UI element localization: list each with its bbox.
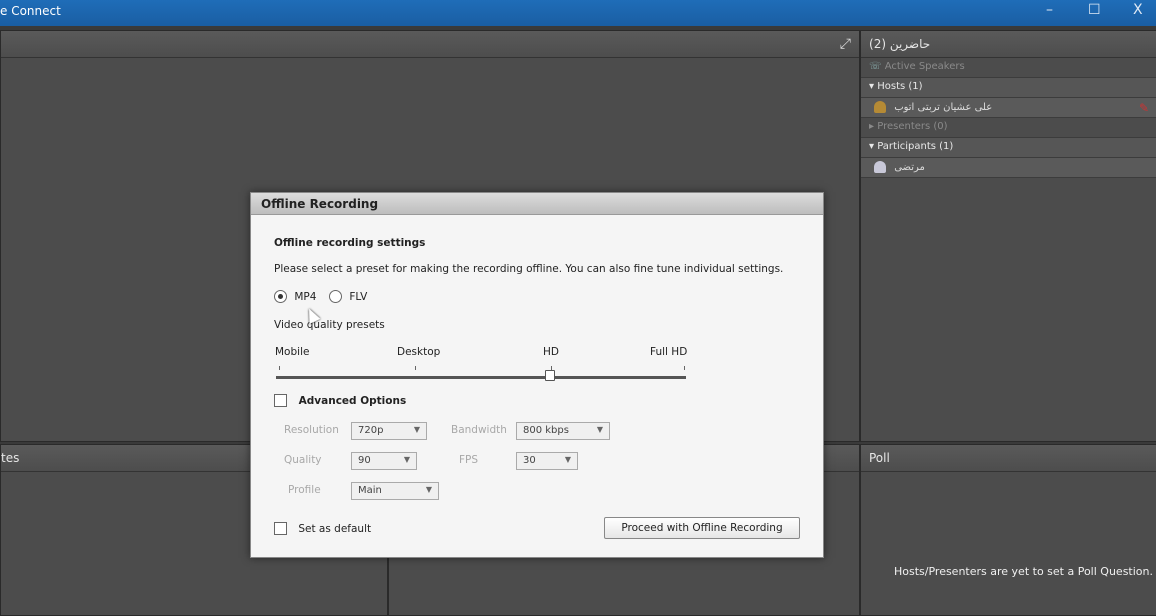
quality-presets-label: Video quality presets [274, 319, 385, 331]
proceed-offline-recording-button[interactable]: Proceed with Offline Recording [604, 517, 800, 539]
flv-label: FLV [349, 290, 368, 303]
format-mp4-option[interactable]: MP4 [274, 290, 316, 303]
chevron-down-icon: ▾ [869, 141, 875, 152]
quality-label: Quality [284, 454, 322, 466]
window-title: e Connect [0, 4, 61, 18]
active-speakers-row[interactable]: ☏ Active Speakers [861, 58, 1156, 78]
participant-name: مرتضی [894, 162, 925, 173]
chevron-down-icon: ▼ [596, 425, 603, 434]
hosts-section[interactable]: ▾ Hosts (1) [861, 78, 1156, 98]
active-speakers-label: Active Speakers [884, 61, 965, 72]
advanced-options-toggle[interactable]: Advanced Options [274, 394, 406, 407]
poll-pod: Poll Hosts/Presenters are yet to set a P… [860, 444, 1156, 616]
quality-value: 90 [358, 455, 371, 466]
minimize-button[interactable]: – [1046, 2, 1053, 18]
fps-select[interactable]: 30 ▼ [516, 452, 578, 470]
slider-tick [279, 366, 280, 370]
set-default-option[interactable]: Set as default [274, 522, 371, 535]
bandwidth-label: Bandwidth [451, 424, 507, 436]
bandwidth-select[interactable]: 800 kbps ▼ [516, 422, 610, 440]
fullscreen-icon[interactable]: ⤢ [840, 36, 851, 52]
resolution-value: 720p [358, 425, 384, 436]
chevron-down-icon: ▼ [403, 455, 410, 464]
set-default-checkbox[interactable] [274, 522, 287, 535]
set-default-label: Set as default [298, 522, 372, 535]
advanced-options-label: Advanced Options [298, 394, 407, 407]
chevron-down-icon: ▼ [564, 455, 571, 464]
participant-avatar-icon [874, 161, 886, 173]
chevron-down-icon: ▾ [869, 81, 875, 92]
slider-tick [684, 366, 685, 370]
resolution-select[interactable]: 720p ▼ [351, 422, 427, 440]
advanced-options-checkbox[interactable] [274, 394, 287, 407]
mic-muted-icon: ✎ [1138, 101, 1149, 115]
mp4-label: MP4 [294, 290, 317, 303]
video-pod-header: ⤢ [1, 31, 859, 58]
preset-fullhd-label[interactable]: Full HD [650, 346, 687, 358]
fps-label: FPS [459, 454, 479, 466]
quality-slider-thumb[interactable] [545, 370, 555, 381]
settings-heading: Offline recording settings [274, 237, 426, 249]
fps-value: 30 [523, 455, 536, 466]
preset-mobile-label[interactable]: Mobile [275, 346, 309, 358]
resolution-label: Resolution [284, 424, 339, 436]
host-row[interactable]: علی عشیان تربتی اتوب ✎ [861, 98, 1156, 118]
maximize-button[interactable]: ☐ [1088, 2, 1101, 18]
participant-row[interactable]: مرتضی [861, 158, 1156, 178]
window-titlebar: e Connect – ☐ X [0, 0, 1156, 26]
quality-select[interactable]: 90 ▼ [351, 452, 417, 470]
preset-desktop-label[interactable]: Desktop [397, 346, 440, 358]
attendee-pod-header: حاضرین (2) [861, 31, 1156, 58]
flv-radio[interactable] [329, 290, 342, 303]
speaker-icon: ☏ [869, 61, 882, 72]
host-avatar-icon [874, 101, 886, 113]
presenters-label: Presenters (0) [877, 121, 948, 132]
slider-tick [415, 366, 416, 370]
poll-pod-header: Poll [861, 445, 1156, 472]
participants-section[interactable]: ▾ Participants (1) [861, 138, 1156, 158]
instruction-text: Please select a preset for making the re… [274, 263, 784, 275]
preset-hd-label[interactable]: HD [543, 346, 559, 358]
host-name: علی عشیان تربتی اتوب [894, 102, 993, 113]
format-flv-option[interactable]: FLV [329, 290, 367, 303]
hosts-label: Hosts (1) [877, 81, 923, 92]
mp4-radio[interactable] [274, 290, 287, 303]
profile-select[interactable]: Main ▼ [351, 482, 439, 500]
presenters-section[interactable]: ▸ Presenters (0) [861, 118, 1156, 138]
notes-pod-title: tes [1, 451, 20, 465]
poll-pod-title: Poll [869, 451, 890, 465]
chevron-down-icon: ▼ [425, 485, 432, 494]
participants-label: Participants (1) [877, 141, 954, 152]
chevron-right-icon: ▸ [869, 121, 875, 132]
close-button[interactable]: X [1133, 2, 1143, 18]
chevron-down-icon: ▼ [413, 425, 420, 434]
bandwidth-value: 800 kbps [523, 425, 569, 436]
quality-slider-track[interactable] [276, 376, 686, 379]
attendee-count-title: حاضرین (2) [869, 37, 931, 51]
dialog-title: Offline Recording [251, 193, 823, 215]
profile-label: Profile [288, 484, 321, 496]
offline-recording-dialog: Offline Recording Offline recording sett… [250, 192, 824, 558]
poll-status-message: Hosts/Presenters are yet to set a Poll Q… [893, 565, 1153, 578]
attendee-pod: حاضرین (2) ☏ Active Speakers ▾ Hosts (1)… [860, 30, 1156, 442]
profile-value: Main [358, 485, 382, 496]
